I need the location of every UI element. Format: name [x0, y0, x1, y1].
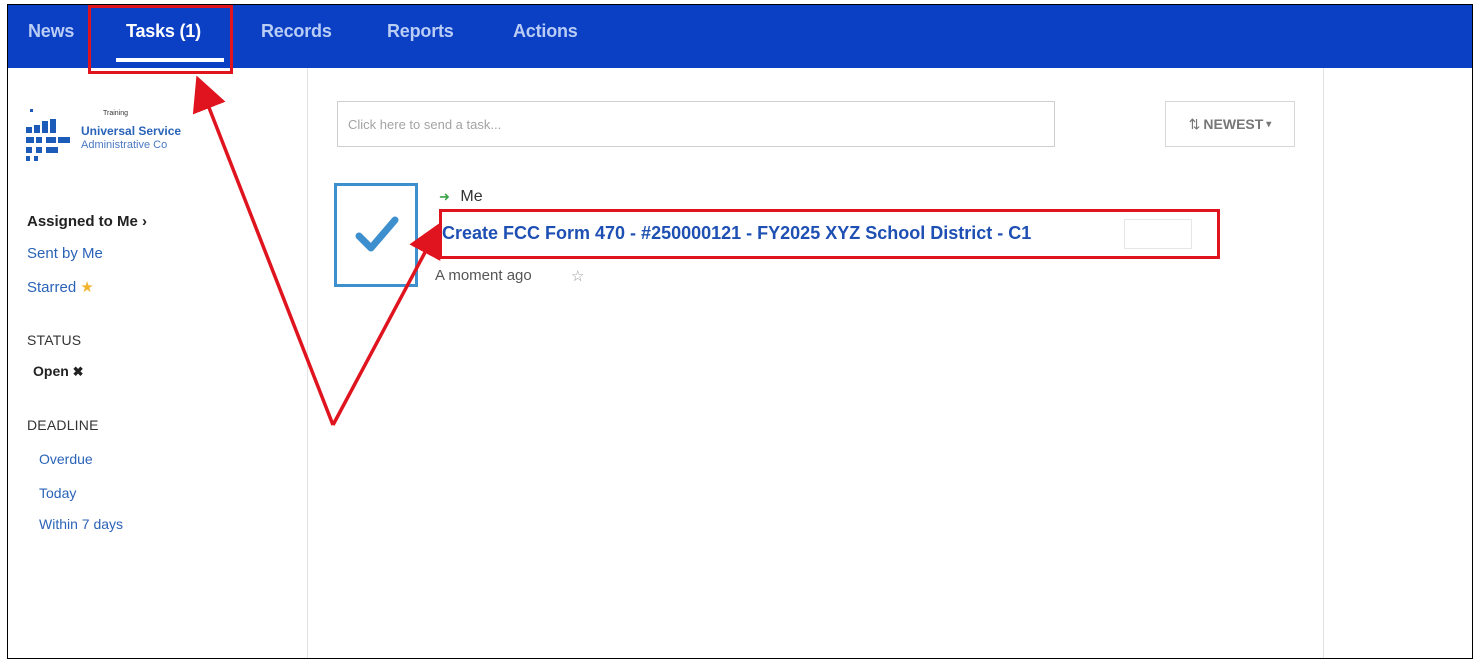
status-heading: STATUS [27, 332, 82, 348]
tab-actions[interactable]: Actions [513, 21, 578, 42]
deadline-heading: DEADLINE [27, 417, 99, 433]
sort-icon: ⇅ [1188, 115, 1201, 132]
task-title-link[interactable]: Create FCC Form 470 - #250000121 - FY202… [442, 223, 1031, 244]
status-filter-label: Open [33, 363, 69, 379]
star-icon: ★ [80, 279, 94, 296]
star-task-icon[interactable]: ☆ [571, 267, 584, 285]
status-filter-open[interactable]: Open ✖ [33, 363, 84, 380]
sort-newest-button[interactable]: ⇅ NEWEST ▾ [1165, 101, 1295, 147]
logo-subtitle: Administrative Co [81, 139, 168, 151]
deadline-today[interactable]: Today [39, 485, 76, 501]
tab-reports[interactable]: Reports [387, 21, 454, 42]
sidebar-item-assigned-to-me[interactable]: Assigned to Me › [27, 213, 147, 230]
active-tab-indicator [116, 58, 224, 62]
sidebar-item-sent-by-me[interactable]: Sent by Me [27, 245, 103, 262]
app-window: News Tasks (1) Records Reports Actions T… [7, 4, 1473, 659]
task-timestamp: A moment ago [435, 267, 532, 284]
checkmark-icon [355, 216, 399, 252]
logo-environment-label: Training [103, 110, 129, 117]
assignee-label: Me [460, 188, 483, 205]
tab-news[interactable]: News [28, 21, 74, 42]
sidebar-item-starred[interactable]: Starred ★ [27, 278, 94, 296]
sidebar-divider [307, 68, 308, 658]
logo-title: Universal Service [81, 124, 182, 138]
task-complete-checkbox[interactable] [334, 183, 418, 287]
chevron-right-icon: › [142, 213, 148, 230]
tab-records[interactable]: Records [261, 21, 332, 42]
task-assignee: ➜ Me [439, 188, 483, 206]
sort-label: NEWEST [1203, 116, 1264, 132]
top-navigation: News Tasks (1) Records Reports Actions [8, 5, 1472, 68]
remove-filter-icon[interactable]: ✖ [73, 364, 84, 379]
sidebar-item-label: Assigned to Me [27, 213, 138, 230]
redacted-text-box [1124, 219, 1192, 249]
sidebar-item-label: Starred [27, 279, 77, 296]
chevron-down-icon: ▾ [1266, 118, 1272, 130]
arrow-right-icon: ➜ [439, 189, 450, 204]
deadline-within-7-days[interactable]: Within 7 days [39, 516, 123, 532]
tab-tasks[interactable]: Tasks (1) [126, 21, 201, 42]
deadline-overdue[interactable]: Overdue [39, 451, 93, 467]
right-panel-divider [1323, 68, 1324, 658]
send-task-input[interactable] [337, 101, 1055, 147]
